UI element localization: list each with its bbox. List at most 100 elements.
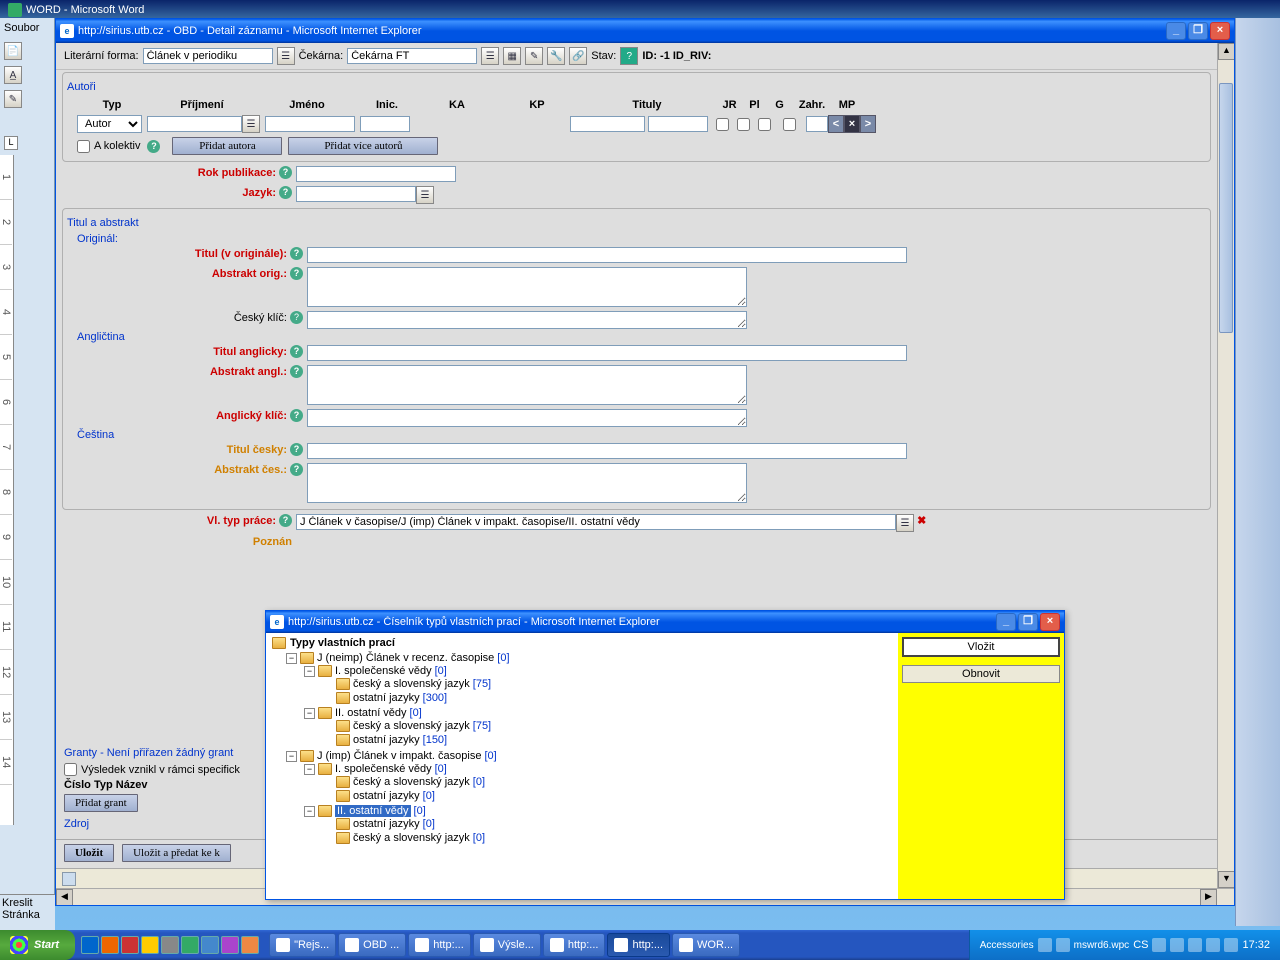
save-submit-button[interactable]: Uložit a předat ke k [122, 844, 231, 862]
help-icon[interactable]: ? [290, 365, 303, 378]
jazyk-input[interactable] [296, 186, 416, 202]
help-icon[interactable]: ? [290, 443, 303, 456]
help-icon[interactable]: ? [290, 247, 303, 260]
tree-node[interactable]: −J (imp) Článek v impakt. časopise [0] [286, 750, 896, 762]
word-right-scrollbar[interactable] [1235, 18, 1280, 926]
tree-node[interactable]: −J (neimp) Článek v recenz. časopise [0] [286, 652, 896, 664]
toolbar-icon[interactable]: 🔗 [569, 47, 587, 65]
kolektiv-check[interactable] [77, 140, 90, 153]
tree-node[interactable]: −I. společenské vědy [0] [304, 665, 896, 677]
zahr-check[interactable] [783, 118, 796, 131]
taskbar-task[interactable]: OBD ... [338, 933, 406, 957]
ql-icon[interactable] [161, 936, 179, 954]
picker-icon[interactable]: ☰ [242, 115, 260, 133]
toolbar-icon[interactable]: ✎ [525, 47, 543, 65]
vysledek-check[interactable] [64, 763, 77, 776]
prev-author-button[interactable]: < [828, 115, 844, 133]
tree-toggle-icon[interactable]: − [304, 806, 315, 817]
tree-label[interactable]: ostatní jazyky [353, 790, 420, 802]
tree-label[interactable]: I. společenské vědy [335, 665, 432, 677]
tree-toggle-icon[interactable]: − [286, 653, 297, 664]
tree-node[interactable]: český a slovenský jazyk [0] [322, 776, 896, 788]
tree-toggle-icon[interactable]: − [304, 666, 315, 677]
ql-icon[interactable] [241, 936, 259, 954]
scroll-down-icon[interactable]: ▼ [1218, 871, 1234, 888]
help-icon[interactable]: ? [290, 267, 303, 280]
abstrakt-ces-input[interactable] [307, 463, 747, 503]
picker-icon[interactable]: ☰ [896, 514, 914, 532]
g-check[interactable] [758, 118, 771, 131]
tray-icon[interactable] [1188, 938, 1202, 952]
insert-button[interactable]: Vložit [902, 637, 1060, 657]
picker-icon[interactable]: ☰ [277, 47, 295, 65]
scroll-up-icon[interactable]: ▲ [1218, 43, 1234, 60]
tree-label[interactable]: J (neimp) Článek v recenz. časopise [317, 652, 494, 664]
add-author-button[interactable]: Přidat autora [172, 137, 282, 155]
tree-toggle-icon[interactable]: − [286, 751, 297, 762]
cesky-klic-input[interactable] [307, 311, 747, 329]
add-more-authors-button[interactable]: Přidat více autorů [288, 137, 438, 155]
tree-label[interactable]: ostatní jazyky [353, 692, 420, 704]
close-button[interactable]: × [1210, 22, 1230, 40]
close-button[interactable]: × [1040, 613, 1060, 631]
inic-input[interactable] [360, 116, 410, 132]
tree-label[interactable]: II. ostatní vědy [335, 707, 407, 719]
tray-icon[interactable] [1170, 938, 1184, 952]
tree-label[interactable]: český a slovenský jazyk [353, 776, 470, 788]
vl-typ-input[interactable] [296, 514, 896, 530]
word-draw-label[interactable]: Kreslit [2, 897, 53, 909]
tree-label[interactable]: I. společenské vědy [335, 763, 432, 775]
tray-icon[interactable] [1224, 938, 1238, 952]
tree-label[interactable]: český a slovenský jazyk [353, 720, 470, 732]
ql-icon[interactable] [181, 936, 199, 954]
ie-titlebar[interactable]: e http://sirius.utb.cz - OBD - Detail zá… [56, 19, 1234, 43]
tree-node[interactable]: ostatní jazyky [0] [322, 790, 896, 802]
tree-label[interactable]: český a slovenský jazyk [353, 832, 470, 844]
typ-select[interactable]: Autor [77, 115, 142, 133]
taskbar-task[interactable]: "Rejs... [269, 933, 336, 957]
help-icon[interactable]: ? [279, 186, 292, 199]
scroll-right-icon[interactable]: ▶ [1200, 889, 1217, 905]
tree-pane[interactable]: Typy vlastních prací −J (neimp) Článek v… [266, 633, 898, 899]
delete-icon[interactable]: ✖ [917, 514, 926, 527]
tree-node[interactable]: −II. ostatní vědy [0] [304, 707, 896, 719]
taskbar-task[interactable]: http:... [408, 933, 471, 957]
jr-check[interactable] [716, 118, 729, 131]
titul-orig-input[interactable] [307, 247, 907, 263]
scroll-thumb[interactable] [1219, 83, 1233, 333]
taskbar-task[interactable]: http:... [543, 933, 606, 957]
taskbar-task[interactable]: WOR... [672, 933, 740, 957]
maximize-button[interactable]: ❐ [1018, 613, 1038, 631]
tray-icon[interactable] [1206, 938, 1220, 952]
maximize-button[interactable]: ❐ [1188, 22, 1208, 40]
word-menu-file[interactable]: Soubor [0, 18, 54, 38]
lit-forma-input[interactable] [143, 48, 273, 64]
prijmeni-input[interactable] [147, 116, 242, 132]
help-icon[interactable]: ? [147, 140, 160, 153]
help-icon[interactable]: ? [290, 311, 303, 324]
picker-icon[interactable]: ☰ [481, 47, 499, 65]
word-tb-icon[interactable]: 📄 [4, 42, 22, 60]
start-button[interactable]: Start [0, 930, 75, 960]
tree-label[interactable]: český a slovenský jazyk [353, 678, 470, 690]
minimize-button[interactable]: _ [996, 613, 1016, 631]
ql-icon[interactable] [121, 936, 139, 954]
tree-label[interactable]: II. ostatní vědy [335, 805, 411, 817]
ql-icon[interactable] [81, 936, 99, 954]
help-icon[interactable]: ? [279, 514, 292, 527]
rok-input[interactable] [296, 166, 456, 182]
tray-icon[interactable] [1152, 938, 1166, 952]
next-author-button[interactable]: > [860, 115, 876, 133]
minimize-button[interactable]: _ [1166, 22, 1186, 40]
stav-icon[interactable]: ? [620, 47, 638, 65]
tree-toggle-icon[interactable]: − [304, 708, 315, 719]
word-tb-icon[interactable]: A̲ [4, 66, 22, 84]
refresh-button[interactable]: Obnovit [902, 665, 1060, 683]
abstrakt-angl-input[interactable] [307, 365, 747, 405]
tree-label[interactable]: ostatní jazyky [353, 818, 420, 830]
help-icon[interactable]: ? [290, 463, 303, 476]
tree-node[interactable]: český a slovenský jazyk [0] [322, 832, 896, 844]
tree-node[interactable]: ostatní jazyky [300] [322, 692, 896, 704]
popup-titlebar[interactable]: e http://sirius.utb.cz - Číselník typů v… [266, 611, 1064, 633]
tree-node[interactable]: český a slovenský jazyk [75] [322, 678, 896, 690]
